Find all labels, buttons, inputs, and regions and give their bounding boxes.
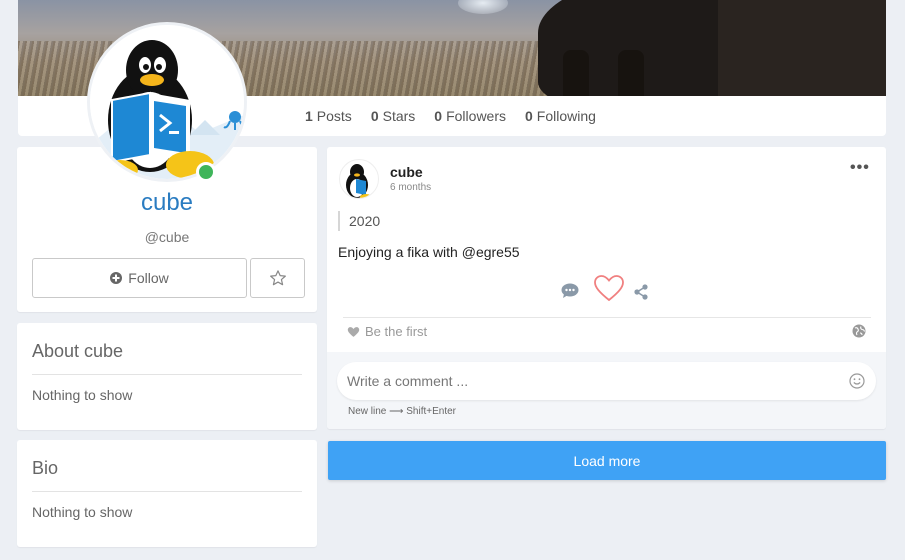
likes-summary: Be the first [347, 324, 427, 339]
share-icon[interactable] [633, 284, 649, 300]
likes-text: Be the first [365, 324, 428, 339]
heart-icon[interactable] [593, 274, 625, 302]
star-icon [269, 270, 286, 286]
about-empty-text: Nothing to show [32, 387, 133, 403]
cover-animal-leg [618, 50, 644, 96]
profile-handle: @cube [144, 229, 190, 245]
post-body: Enjoying a fika with @egre55 [338, 244, 520, 260]
follow-button[interactable]: Follow [32, 258, 247, 298]
stat-following[interactable]: 0 Following [525, 108, 596, 124]
stats-list: 1 Posts 0 Stars 0 Followers 0 Following [305, 108, 596, 124]
cover-frost [458, 0, 508, 14]
post-author-name[interactable]: cube [390, 164, 423, 180]
about-card: About cube Nothing to show [17, 323, 317, 430]
bio-card: Bio Nothing to show [17, 440, 317, 547]
bio-title: Bio [32, 458, 59, 478]
profile-avatar[interactable] [87, 22, 247, 182]
post-timestamp[interactable]: 6 months [390, 182, 431, 193]
tux-penguin-avatar [346, 164, 372, 198]
divider [32, 374, 302, 375]
cover-animal-leg [563, 50, 589, 96]
divider [343, 317, 871, 318]
heart-small-icon [347, 326, 360, 337]
comment-icon[interactable] [561, 283, 579, 299]
divider [32, 491, 302, 492]
profile-name[interactable]: cube [17, 189, 317, 217]
stat-stars[interactable]: 0 Stars [371, 108, 415, 124]
plus-circle-icon [110, 272, 123, 284]
emoji-icon[interactable] [849, 373, 865, 389]
comment-area: New line ⟶ Shift+Enter [327, 352, 886, 429]
about-title: About cube [32, 341, 124, 361]
tux-penguin-avatar [90, 25, 244, 179]
globe-icon[interactable] [852, 324, 866, 338]
load-more-button[interactable]: Load more [328, 441, 886, 480]
comment-input[interactable] [337, 362, 876, 400]
online-status-indicator [196, 162, 216, 182]
stat-posts[interactable]: 1 Posts [305, 108, 352, 124]
cover-animal-body [718, 0, 886, 96]
post-card: cube 6 months ••• 2020 Enjoying a fika w… [327, 147, 886, 429]
post-quote: 2020 [338, 211, 380, 231]
bio-empty-text: Nothing to show [32, 504, 133, 520]
stat-followers[interactable]: 0 Followers [434, 108, 506, 124]
post-actions [559, 274, 659, 304]
star-button[interactable] [250, 258, 305, 298]
follow-label: Follow [128, 270, 169, 286]
post-options-icon[interactable]: ••• [850, 159, 870, 177]
post-author-avatar[interactable] [339, 159, 379, 199]
comment-hint: New line ⟶ Shift+Enter [348, 406, 456, 417]
